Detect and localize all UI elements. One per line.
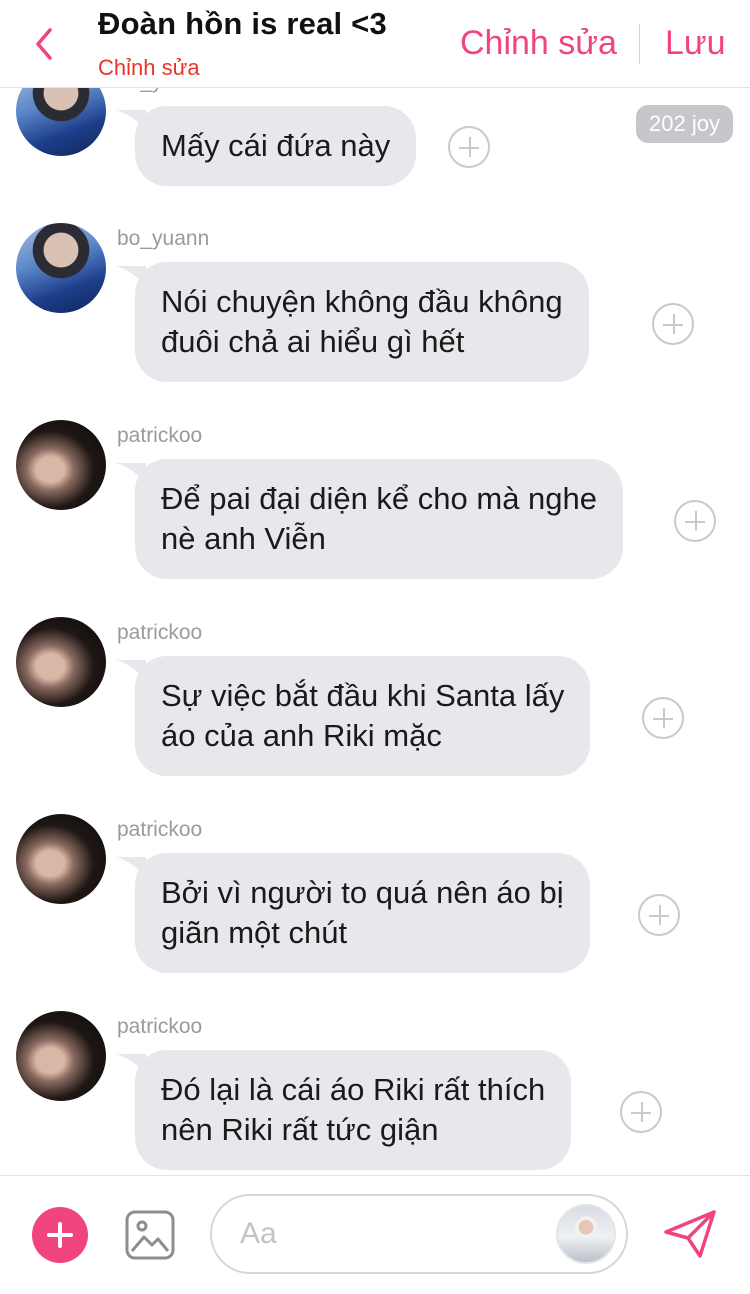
message-line: Đó lại là cái áo Riki rất thích <box>161 1072 546 1107</box>
send-icon[interactable] <box>660 1206 720 1262</box>
plus-icon[interactable] <box>32 1207 88 1263</box>
chat-subtitle[interactable]: Chỉnh sửa <box>98 55 200 81</box>
header-divider <box>639 24 640 64</box>
patrickoo-avatar[interactable] <box>16 1011 106 1101</box>
message-line: đuôi chả ai hiểu gì hết <box>161 324 465 359</box>
sender-name: patrickoo <box>117 818 203 841</box>
sender-name: patrickoo <box>117 424 203 447</box>
chat-screen: bo_yuann Mấy cái đứa này 202 joy bo_yuan… <box>0 0 750 1294</box>
message-feed[interactable]: bo_yuann Mấy cái đứa này 202 joy bo_yuan… <box>0 0 750 1175</box>
message-line: áo của anh Riki mặc <box>161 718 442 753</box>
message-bubble[interactable]: Đó lại là cái áo Riki rất thích nên Riki… <box>135 1050 572 1170</box>
sender-name: patrickoo <box>117 621 203 644</box>
patrickoo-avatar[interactable] <box>16 420 106 510</box>
message-bubble[interactable]: Mấy cái đứa này <box>135 106 417 186</box>
add-reaction-button[interactable] <box>652 303 694 345</box>
message-bubble[interactable]: Sự việc bắt đầu khi Santa lấy áo của anh… <box>135 656 591 776</box>
add-reaction-button[interactable] <box>638 894 680 936</box>
sender-name: patrickoo <box>117 1015 203 1038</box>
message-line: nên Riki rất tức giận <box>161 1112 439 1147</box>
chat-title: Đoàn hồn is real <3 <box>98 6 387 41</box>
persona-avatar[interactable] <box>556 1204 616 1264</box>
patrickoo-avatar[interactable] <box>16 617 106 707</box>
edit-button[interactable]: Chỉnh sửa <box>460 24 617 63</box>
message-line: nè anh Viễn <box>161 521 326 556</box>
add-reaction-button[interactable] <box>448 126 490 168</box>
image-icon[interactable] <box>124 1209 176 1261</box>
add-reaction-button[interactable] <box>620 1091 662 1133</box>
message-bubble[interactable]: Nói chuyện không đầu không đuôi chả ai h… <box>135 262 589 382</box>
sender-name: bo_yuann <box>117 227 210 250</box>
back-chevron-icon[interactable] <box>26 22 66 66</box>
joy-badge: 202 joy <box>636 105 733 143</box>
message-bubble[interactable]: Để pai đại diện kể cho mà nghe nè anh Vi… <box>135 459 624 579</box>
message-line: Bởi vì người to quá nên áo bị <box>161 875 564 910</box>
bo-yuann-avatar[interactable] <box>16 223 106 313</box>
message-line: Nói chuyện không đầu không <box>161 284 563 319</box>
save-button[interactable]: Lưu <box>665 24 726 63</box>
add-reaction-button[interactable] <box>642 697 684 739</box>
patrickoo-avatar[interactable] <box>16 814 106 904</box>
message-line: Để pai đại diện kể cho mà nghe <box>161 481 598 516</box>
message-input[interactable] <box>240 1214 540 1254</box>
message-line: Sự việc bắt đầu khi Santa lấy <box>161 678 565 713</box>
message-bubble[interactable]: Bởi vì người to quá nên áo bị giãn một c… <box>135 853 590 973</box>
message-input-wrapper <box>210 1194 628 1274</box>
chat-header: Đoàn hồn is real <3 Chỉnh sửa Chỉnh sửa … <box>0 0 750 88</box>
message-composer <box>0 1175 750 1294</box>
message-line: giãn một chút <box>161 915 348 950</box>
message-line: Mấy cái đứa này <box>161 128 391 163</box>
add-reaction-button[interactable] <box>674 500 716 542</box>
